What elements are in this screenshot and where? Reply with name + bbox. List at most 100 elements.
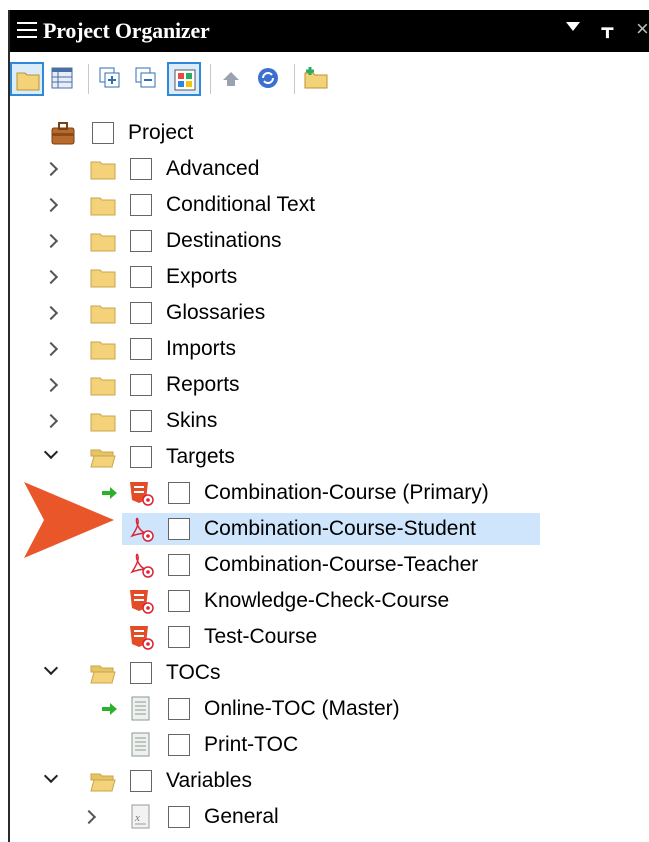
close-icon[interactable]: × [636,16,649,42]
checkbox[interactable] [168,518,190,540]
svg-text:x: x [134,812,140,824]
folder-open-icon [90,773,116,792]
chevron-right-icon[interactable] [43,161,59,177]
chevron-down-icon[interactable] [43,444,59,460]
tree-item-toc-print[interactable]: Print-TOC [10,728,649,762]
expand-all-icon [99,67,120,88]
menu-icon[interactable] [17,22,37,40]
chevron-right-icon[interactable] [43,377,59,393]
checkbox[interactable] [130,446,152,468]
bind-button[interactable] [215,62,249,96]
folder-icon [90,341,116,360]
tree-item-label: Conditional Text [166,193,316,216]
tree-folder-conditional-text[interactable]: Conditional Text [10,188,649,222]
tree-item-label: Combination-Course-Teacher [204,553,479,576]
panel-title: Project Organizer [43,18,210,43]
dropdown-icon[interactable] [566,22,580,31]
show-all-button[interactable] [167,62,201,96]
bind-icon [223,72,239,86]
checkbox[interactable] [130,662,152,684]
folder-icon [90,413,116,432]
project-organizer-panel: Project Organizer ᚁ × Project Advanced C… [8,10,649,842]
grid-color-icon [174,69,196,91]
chevron-right-icon[interactable] [43,197,59,213]
checkbox[interactable] [168,806,190,828]
checkbox[interactable] [168,734,190,756]
chevron-right-icon[interactable] [43,305,59,321]
tree-item-label: TOCs [166,661,221,684]
folder-icon [90,233,116,252]
tree-folder-reports[interactable]: Reports [10,368,649,402]
view-table-button[interactable] [46,62,80,96]
tree-item-label: Glossaries [166,301,266,324]
chevron-down-icon[interactable] [43,660,59,676]
pin-icon[interactable]: ᚁ [602,15,613,41]
toolbar-separator [294,64,295,94]
chevron-right-icon[interactable] [43,341,59,357]
chevron-right-icon[interactable] [43,233,59,249]
tree-folder-tocs[interactable]: TOCs [10,656,649,690]
checkbox[interactable] [130,158,152,180]
tree-item-toc-master[interactable]: Online-TOC (Master) [10,692,649,726]
tree-folder-destinations[interactable]: Destinations [10,224,649,258]
collapse-all-button[interactable] [130,62,164,96]
chevron-down-icon[interactable] [43,768,59,784]
toc-icon [131,732,150,757]
chevron-right-icon[interactable] [81,809,97,825]
tree-item-label: Combination-Course (Primary) [204,481,489,504]
open-folder-button[interactable] [10,62,44,96]
folder-icon [90,305,116,324]
expand-all-button[interactable] [94,62,128,96]
toolbar-separator [88,64,89,94]
checkbox[interactable] [130,410,152,432]
tree-item-variable-general[interactable]: x General [10,800,649,834]
checkbox[interactable] [130,266,152,288]
checkbox[interactable] [130,302,152,324]
tree-item-target-test-course[interactable]: Test-Course [10,620,649,654]
checkbox[interactable] [168,482,190,504]
checkbox[interactable] [130,770,152,792]
folder-icon [90,161,116,180]
folder-icon [90,269,116,288]
folder-open-icon [16,72,40,91]
tree-folder-imports[interactable]: Imports [10,332,649,366]
tree-item-label: Reports [166,373,240,396]
tree-item-label: General [204,805,279,828]
checkbox[interactable] [92,122,114,144]
tree-item-target-knowledge-check[interactable]: Knowledge-Check-Course [10,584,649,618]
html5-target-icon [130,590,154,614]
html5-target-icon [130,626,154,650]
new-folder-icon [304,67,328,89]
callout-pointer-icon [24,482,114,558]
table-icon [51,67,73,89]
checkbox[interactable] [130,230,152,252]
tree-folder-variables[interactable]: Variables [10,764,649,798]
tree-item-label: Imports [166,337,237,360]
new-folder-button[interactable] [300,62,334,96]
checkbox[interactable] [168,590,190,612]
tree-folder-glossaries[interactable]: Glossaries [10,296,649,330]
tree-item-label: Combination-Course-Student [204,517,476,540]
tree-folder-skins[interactable]: Skins [10,404,649,438]
checkbox[interactable] [168,554,190,576]
variable-file-icon: x [131,804,150,829]
tree-item-label: Print-TOC [204,733,299,756]
checkbox[interactable] [168,626,190,648]
checkbox[interactable] [130,338,152,360]
chevron-right-icon[interactable] [43,269,59,285]
chevron-right-icon[interactable] [43,413,59,429]
checkbox[interactable] [168,698,190,720]
checkbox[interactable] [130,374,152,396]
folder-icon [90,197,116,216]
refresh-button[interactable] [252,62,286,96]
folder-open-icon [90,665,116,684]
collapse-all-icon [135,67,156,88]
tree-folder-exports[interactable]: Exports [10,260,649,294]
tree-folder-advanced[interactable]: Advanced [10,152,649,186]
tree-item-label: Targets [166,445,235,468]
tree-item-project[interactable]: Project [10,116,649,150]
checkbox[interactable] [130,194,152,216]
tree-folder-targets[interactable]: Targets [10,440,649,474]
tree-item-label: Knowledge-Check-Course [204,589,450,612]
pdf-target-icon [130,553,154,578]
